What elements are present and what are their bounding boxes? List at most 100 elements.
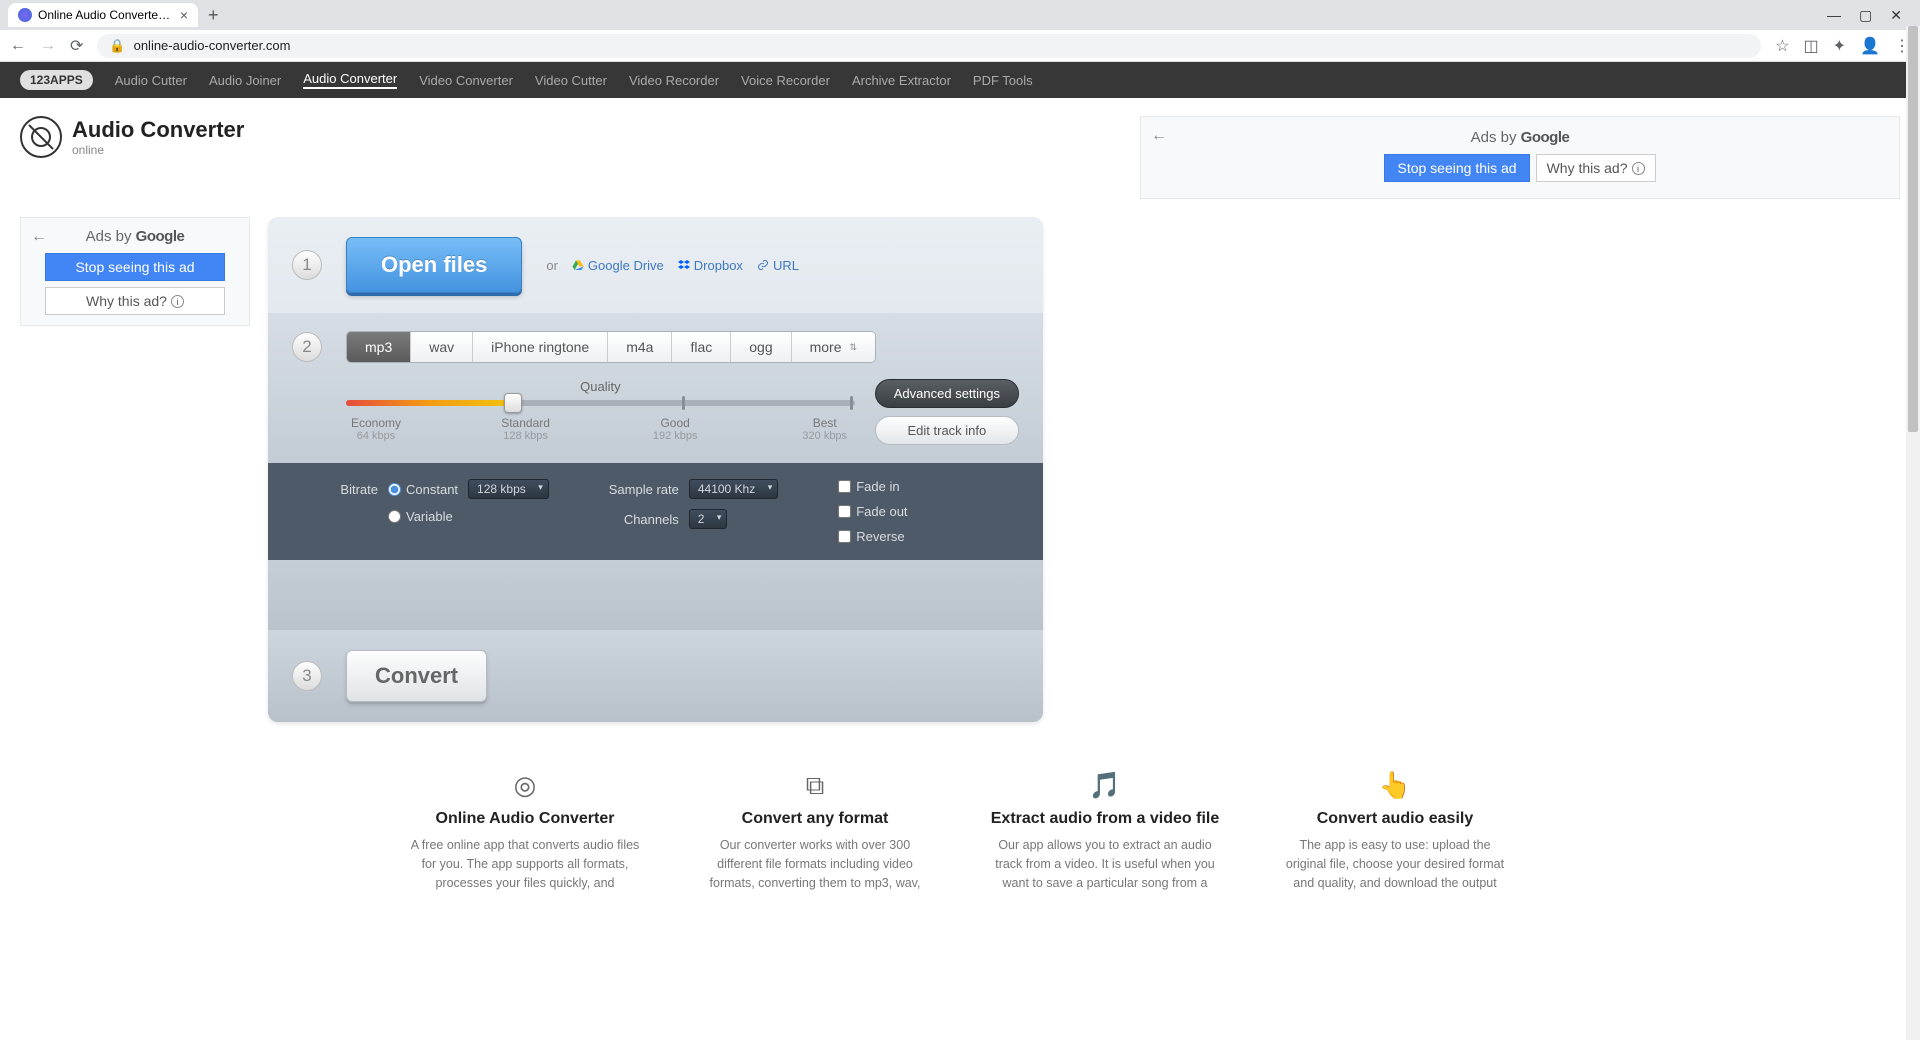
- edit-track-info-button[interactable]: Edit track info: [875, 416, 1019, 445]
- bitrate-constant-radio[interactable]: Constant: [388, 482, 458, 497]
- browser-chrome: Online Audio Converter - Conve × + — ▢ ✕…: [0, 0, 1920, 62]
- puzzle-icon[interactable]: ✦: [1833, 36, 1846, 56]
- music-file-icon: 🎵: [990, 770, 1220, 800]
- nav-audio-joiner[interactable]: Audio Joiner: [209, 73, 281, 88]
- ad-banner-side: ← Ads by Google Stop seeing this ad Why …: [20, 217, 250, 326]
- quality-label: Quality: [346, 379, 855, 394]
- sample-rate-select[interactable]: 44100 Khz: [689, 479, 778, 499]
- format-tab-m4a[interactable]: m4a: [608, 332, 672, 362]
- step-number: 3: [292, 661, 322, 691]
- channels-select[interactable]: 2: [689, 509, 728, 529]
- back-icon[interactable]: ←: [10, 37, 26, 55]
- brand-pill[interactable]: 123APPS: [20, 70, 93, 90]
- convert-button[interactable]: Convert: [346, 650, 487, 702]
- feature-card: ◎ Online Audio Converter A free online a…: [410, 770, 640, 892]
- url-field[interactable]: 🔒 online-audio-converter.com: [97, 34, 1761, 58]
- format-tab-wav[interactable]: wav: [411, 332, 473, 362]
- format-tab-ogg[interactable]: ogg: [731, 332, 791, 362]
- feature-card: ⧉ Convert any format Our converter works…: [700, 770, 930, 892]
- stop-seeing-ad-button[interactable]: Stop seeing this ad: [45, 253, 225, 281]
- minimize-icon[interactable]: —: [1827, 7, 1841, 24]
- format-tab-iphone[interactable]: iPhone ringtone: [473, 332, 608, 362]
- why-this-ad-button[interactable]: Why this ad? i: [1536, 154, 1656, 182]
- window-controls: — ▢ ✕: [1827, 7, 1912, 24]
- nav-video-cutter[interactable]: Video Cutter: [535, 73, 607, 88]
- nav-audio-converter[interactable]: Audio Converter: [303, 71, 397, 89]
- or-label: or: [546, 258, 558, 273]
- slider-tick: [850, 396, 853, 410]
- app-title: Audio Converter: [72, 117, 244, 143]
- format-tab-more[interactable]: more ⇅: [792, 332, 875, 362]
- reverse-checkbox[interactable]: Reverse: [838, 529, 907, 544]
- nav-video-converter[interactable]: Video Converter: [419, 73, 513, 88]
- ads-by-label: Ads by Google: [1161, 129, 1879, 146]
- close-tab-icon[interactable]: ×: [180, 7, 188, 23]
- format-tabs: mp3 wav iPhone ringtone m4a flac ogg mor…: [346, 331, 876, 363]
- favicon-icon: [18, 8, 32, 22]
- bitrate-label: Bitrate: [308, 482, 378, 497]
- reload-icon[interactable]: ⟳: [70, 36, 83, 56]
- nav-voice-recorder[interactable]: Voice Recorder: [741, 73, 830, 88]
- nav-audio-cutter[interactable]: Audio Cutter: [115, 73, 187, 88]
- ad-back-icon[interactable]: ←: [31, 228, 47, 246]
- features-row: ◎ Online Audio Converter A free online a…: [360, 740, 1560, 912]
- profile-icon[interactable]: 👤: [1860, 36, 1880, 56]
- bitrate-variable-radio[interactable]: Variable: [388, 509, 453, 524]
- spacer: [268, 560, 1043, 630]
- disc-icon: ◎: [410, 770, 640, 800]
- scrollbar-thumb[interactable]: [1908, 26, 1918, 432]
- quality-slider[interactable]: [346, 400, 855, 406]
- ad-banner-top: ← Ads by Google Stop seeing this ad Why …: [1140, 116, 1900, 199]
- star-icon[interactable]: ☆: [1775, 36, 1789, 56]
- bitrate-select[interactable]: 128 kbps: [468, 479, 549, 499]
- channels-label: Channels: [609, 512, 679, 527]
- extension-icon[interactable]: ◫: [1804, 36, 1819, 56]
- google-drive-icon: [572, 259, 584, 271]
- quality-level-labels: Economy64 kbps Standard128 kbps Good192 …: [346, 416, 855, 442]
- ads-by-label: Ads by Google: [31, 228, 239, 245]
- step-number: 2: [292, 332, 322, 362]
- dropbox-link[interactable]: Dropbox: [678, 258, 743, 273]
- info-icon: i: [1632, 162, 1645, 175]
- ad-back-icon[interactable]: ←: [1151, 127, 1167, 145]
- sample-rate-label: Sample rate: [609, 482, 679, 497]
- copy-icon: ⧉: [700, 770, 930, 800]
- close-window-icon[interactable]: ✕: [1890, 7, 1902, 24]
- advanced-panel: Bitrate Constant 128 kbps Variable Sampl…: [268, 463, 1043, 560]
- format-tab-flac[interactable]: flac: [672, 332, 731, 362]
- lock-icon: 🔒: [109, 38, 125, 54]
- browser-tab[interactable]: Online Audio Converter - Conve ×: [8, 3, 198, 27]
- nav-archive-extractor[interactable]: Archive Extractor: [852, 73, 951, 88]
- feature-card: 👆 Convert audio easily The app is easy t…: [1280, 770, 1510, 892]
- app-subtitle: online: [72, 143, 244, 157]
- chevron-updown-icon: ⇅: [850, 342, 858, 353]
- advanced-settings-button[interactable]: Advanced settings: [875, 379, 1019, 408]
- slider-thumb[interactable]: [504, 393, 522, 413]
- url-text: online-audio-converter.com: [134, 38, 291, 53]
- stop-seeing-ad-button[interactable]: Stop seeing this ad: [1384, 154, 1529, 182]
- maximize-icon[interactable]: ▢: [1859, 7, 1872, 24]
- feature-card: 🎵 Extract audio from a video file Our ap…: [990, 770, 1220, 892]
- step-2: 2 mp3 wav iPhone ringtone m4a flac ogg m…: [268, 313, 1043, 463]
- nav-video-recorder[interactable]: Video Recorder: [629, 73, 719, 88]
- site-nav: 123APPS Audio Cutter Audio Joiner Audio …: [0, 62, 1920, 98]
- scrollbar[interactable]: [1906, 26, 1920, 1040]
- step-3: 3 Convert: [268, 630, 1043, 722]
- why-this-ad-button[interactable]: Why this ad? i: [45, 287, 225, 315]
- fade-in-checkbox[interactable]: Fade in: [838, 479, 907, 494]
- app-logo: Audio Converter online: [20, 116, 244, 158]
- fade-out-checkbox[interactable]: Fade out: [838, 504, 907, 519]
- new-tab-button[interactable]: +: [208, 5, 219, 26]
- format-tab-mp3[interactable]: mp3: [347, 332, 411, 362]
- info-icon: i: [171, 295, 184, 308]
- nav-pdf-tools[interactable]: PDF Tools: [973, 73, 1033, 88]
- open-files-button[interactable]: Open files: [346, 237, 522, 293]
- step-1: 1 Open files or Google Drive Dropbox URL: [268, 217, 1043, 313]
- tap-icon: 👆: [1280, 770, 1510, 800]
- url-link[interactable]: URL: [757, 258, 799, 273]
- link-icon: [757, 259, 769, 271]
- forward-icon[interactable]: →: [40, 37, 56, 55]
- step-number: 1: [292, 250, 322, 280]
- tab-title: Online Audio Converter - Conve: [38, 8, 174, 22]
- google-drive-link[interactable]: Google Drive: [572, 258, 664, 273]
